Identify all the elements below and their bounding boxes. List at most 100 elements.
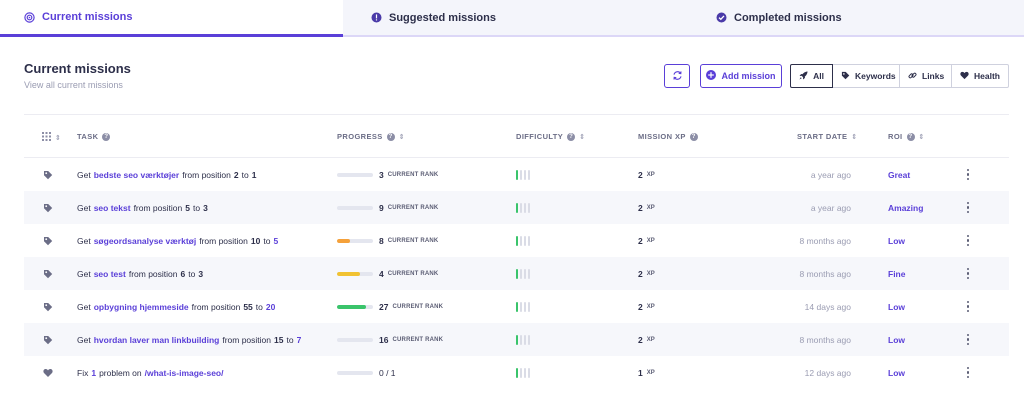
keyword-link[interactable]: hvordan laver man linkbuilding [94,335,220,345]
link-icon [908,71,917,82]
filter-keywords[interactable]: Keywords [833,64,900,88]
start-date: 14 days ago [804,301,851,312]
difficulty-segment [516,202,518,213]
table-row[interactable]: Fix 1 problem on/what-is-image-seo/ 0 / 1 … [24,356,1009,389]
filter-all[interactable]: All [790,64,833,88]
roi-value: Low [888,301,905,312]
task-text: Get opbygning hjemmeside from position 55 to… [77,301,276,312]
task-text: Get seo tekst from position 5 to 3 [77,202,208,213]
task-text: Get søgeordsanalyse værktøj from position 1… [77,235,279,246]
difficulty-segment [528,301,530,312]
keyword-link[interactable]: søgeordsanalyse værktøj [94,236,197,246]
filter-label: Health [974,71,1000,81]
column-header-progress[interactable]: PROGRESS ? ⇕ [337,132,405,141]
tag-icon [43,290,53,323]
difficulty-segment [524,367,526,378]
tab-suggested-missions[interactable]: Suggested missions [343,0,689,35]
column-header-xp[interactable]: MISSION XP ? [638,132,698,141]
sort-icon: ⇕ [579,133,586,141]
column-label: PROGRESS [337,132,383,141]
kebab-icon [966,366,970,379]
start-date: 8 months ago [799,334,851,345]
help-icon[interactable]: ? [567,132,576,141]
table-row[interactable]: Get søgeordsanalyse værktøj from position 1… [24,224,1009,257]
difficulty-segment [516,334,518,345]
xp-cell: 2 XP [638,169,655,180]
target-icon [24,11,35,23]
progress-cell: 27 CURRENT RANK [337,290,443,323]
xp-cell: 2 XP [638,268,655,279]
difficulty-segment [524,169,526,180]
help-icon[interactable]: ? [102,132,111,141]
difficulty-segment [528,169,530,180]
difficulty-segment [520,268,522,279]
keyword-link[interactable]: opbygning hjemmeside [94,302,189,312]
table-row[interactable]: Get seo tekst from position 5 to 3 9 CURRENT R… [24,191,1009,224]
difficulty-segment [520,169,522,180]
column-toggle[interactable]: ⇕ [42,132,61,143]
tag-icon [43,191,53,224]
page-link[interactable]: /what-is-image-seo/ [145,368,224,378]
row-menu-button[interactable] [962,191,974,224]
xp-cell: 2 XP [638,235,655,246]
refresh-button[interactable] [664,64,690,88]
column-label: MISSION XP [638,132,686,141]
tab-completed-missions[interactable]: Completed missions [689,0,1024,35]
difficulty-segment [528,268,530,279]
tag-icon [43,158,53,191]
difficulty-segment [524,202,526,213]
table-row[interactable]: Get seo test from position 6 to 3 4 CURRENT RA… [24,257,1009,290]
roi-value: Low [888,334,905,345]
refresh-icon [672,70,683,83]
tag-icon [43,323,53,356]
column-header-task[interactable]: TASK ? [77,132,111,141]
row-menu-button[interactable] [962,356,974,389]
xp-cell: 1 XP [638,367,655,378]
keyword-link[interactable]: seo tekst [94,203,131,213]
header-divider [24,114,1009,115]
column-label: DIFFICULTY [516,132,564,141]
table-row[interactable]: Get hvordan laver man linkbuilding from po… [24,323,1009,356]
mission-tabs: Current missions Suggested missions Comp… [0,0,1024,37]
progress-cell: 16 CURRENT RANK [337,323,443,356]
column-header-start-date[interactable]: START DATE ⇕ [797,132,858,141]
difficulty-segment [528,202,530,213]
keyword-link[interactable]: bedste seo værktøjer [94,170,180,180]
sort-icon: ⇕ [851,133,858,141]
add-mission-label: Add mission [721,71,776,81]
difficulty-segment [528,367,530,378]
kebab-icon [966,300,970,313]
help-icon[interactable]: ? [689,132,698,141]
help-icon[interactable]: ? [386,132,395,141]
row-menu-button[interactable] [962,257,974,290]
roi-value: Amazing [888,202,924,213]
tab-current-missions[interactable]: Current missions [0,0,343,37]
rocket-icon [799,70,808,82]
filter-links[interactable]: Links [900,64,952,88]
add-mission-button[interactable]: Add mission [700,64,782,88]
row-menu-button[interactable] [962,323,974,356]
xp-cell: 2 XP [638,301,655,312]
table-row[interactable]: Get bedste seo værktøjer from position 2 to 1… [24,158,1009,191]
column-header-difficulty[interactable]: DIFFICULTY ? ⇕ [516,132,585,141]
sort-icon: ⇕ [55,134,62,142]
help-icon[interactable]: ? [906,132,915,141]
tag-icon [43,257,53,290]
start-date: a year ago [810,169,851,180]
difficulty-segment [516,169,518,180]
progress-cell: 9 CURRENT RANK [337,191,438,224]
table-row[interactable]: Get opbygning hjemmeside from position 55 to… [24,290,1009,323]
tag-icon [841,71,850,82]
keyword-link[interactable]: seo test [94,269,126,279]
row-menu-button[interactable] [962,290,974,323]
kebab-icon [966,168,970,181]
progress-cell: 3 CURRENT RANK [337,158,438,191]
tabs-underline [343,35,1024,37]
difficulty-meter [516,257,530,290]
filter-health[interactable]: Health [952,64,1009,88]
difficulty-meter [516,191,530,224]
row-menu-button[interactable] [962,224,974,257]
column-header-roi[interactable]: ROI ? ⇕ [888,132,925,141]
progress-bar [337,304,373,309]
row-menu-button[interactable] [962,158,974,191]
